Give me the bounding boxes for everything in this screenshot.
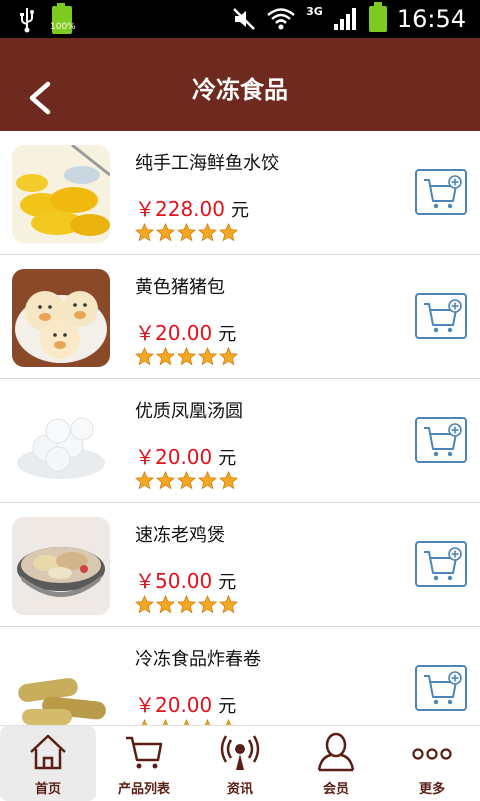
price-value: ￥228.00	[135, 197, 225, 221]
star-icon	[177, 223, 196, 242]
product-name: 纯手工海鲜鱼水饺	[135, 153, 279, 174]
star-icon	[135, 223, 154, 242]
star-icon	[135, 347, 154, 366]
product-price: ￥20.00 元	[135, 317, 236, 346]
star-icon	[156, 471, 175, 490]
star-icon	[198, 223, 217, 242]
star-icon	[156, 223, 175, 242]
list-item[interactable]: 优质凤凰汤圆 ￥20.00 元	[0, 379, 480, 503]
network-type: 3G	[306, 4, 323, 18]
add-cart-icon	[424, 671, 462, 705]
star-icon	[198, 471, 217, 490]
star-icon	[198, 595, 217, 614]
star-icon	[219, 347, 238, 366]
star-icon	[219, 471, 238, 490]
product-price: ￥228.00 元	[135, 193, 249, 222]
list-item[interactable]: 速冻老鸡煲 ￥50.00 元	[0, 503, 480, 627]
nav-label: 会员	[322, 782, 349, 797]
wifi-icon	[267, 8, 295, 30]
nav-label: 产品列表	[117, 782, 170, 797]
battery-percent: 100%	[50, 22, 76, 32]
cart-icon	[126, 736, 163, 769]
star-icon	[177, 595, 196, 614]
product-name: 黄色猪猪包	[135, 277, 225, 298]
usb-icon	[20, 8, 34, 33]
product-image	[12, 517, 110, 615]
add-to-cart-button[interactable]	[415, 665, 467, 711]
broadcast-icon	[220, 735, 260, 770]
price-value: ￥20.00	[135, 321, 213, 345]
product-image	[12, 269, 110, 367]
product-name: 优质凤凰汤圆	[135, 401, 243, 422]
star-icon	[198, 347, 217, 366]
product-name: 速冻老鸡煲	[135, 525, 225, 546]
product-name: 冷冻食品炸春卷	[135, 649, 261, 670]
bottom-nav: 首页 产品列表 资讯 会员 更多	[0, 725, 480, 801]
nav-label: 首页	[34, 782, 61, 797]
star-icon	[135, 595, 154, 614]
price-value: ￥50.00	[135, 569, 213, 593]
add-cart-icon	[424, 547, 462, 581]
star-icon	[177, 471, 196, 490]
page-title: 冷冻食品	[192, 76, 288, 104]
nav-label: 更多	[418, 782, 445, 797]
signal-icon	[333, 8, 356, 30]
rating-stars	[135, 595, 238, 614]
nav-item-home[interactable]: 首页	[0, 726, 96, 801]
nav-label: 资讯	[226, 782, 253, 797]
status-bar: 100% 3G 16:54	[0, 0, 480, 38]
mute-icon	[233, 8, 256, 30]
product-image	[12, 145, 110, 243]
status-time: 16:54	[396, 5, 466, 33]
battery-icon	[368, 2, 387, 32]
rating-stars	[135, 347, 238, 366]
nav-item-news[interactable]: 资讯	[192, 726, 288, 801]
price-value: ￥20.00	[135, 693, 213, 717]
list-item[interactable]: 冷冻食品炸春卷 ￥20.00 元	[0, 627, 480, 725]
nav-item-products[interactable]: 产品列表	[96, 726, 192, 801]
product-price: ￥50.00 元	[135, 565, 236, 594]
price-value: ￥20.00	[135, 445, 213, 469]
add-cart-icon	[424, 175, 462, 209]
rating-stars	[135, 471, 238, 490]
product-image	[12, 393, 110, 491]
price-unit: 元	[230, 200, 249, 221]
more-icon	[412, 748, 452, 760]
nav-item-more[interactable]: 更多	[384, 726, 480, 801]
star-icon	[177, 347, 196, 366]
add-to-cart-button[interactable]	[415, 293, 467, 339]
add-to-cart-button[interactable]	[415, 169, 467, 215]
list-item[interactable]: 纯手工海鲜鱼水饺 ￥228.00 元	[0, 131, 480, 255]
add-cart-icon	[424, 299, 462, 333]
star-icon	[219, 595, 238, 614]
product-list: 纯手工海鲜鱼水饺 ￥228.00 元 黄色猪猪包 ￥20.00 元 优质凤凰汤圆…	[0, 131, 480, 725]
price-unit: 元	[218, 448, 237, 469]
star-icon	[219, 223, 238, 242]
rating-stars	[135, 223, 238, 242]
product-image	[12, 641, 110, 725]
add-to-cart-button[interactable]	[415, 541, 467, 587]
product-price: ￥20.00 元	[135, 441, 236, 470]
nav-item-member[interactable]: 会员	[288, 726, 384, 801]
add-to-cart-button[interactable]	[415, 417, 467, 463]
star-icon	[156, 595, 175, 614]
header-bar: 冷冻食品	[0, 38, 480, 131]
star-icon	[135, 471, 154, 490]
star-icon	[156, 347, 175, 366]
product-price: ￥20.00 元	[135, 689, 236, 718]
price-unit: 元	[218, 572, 237, 593]
home-icon	[30, 734, 66, 770]
price-unit: 元	[218, 696, 237, 717]
add-cart-icon	[424, 423, 462, 457]
price-unit: 元	[218, 324, 237, 345]
user-icon	[317, 732, 355, 772]
list-item[interactable]: 黄色猪猪包 ￥20.00 元	[0, 255, 480, 379]
